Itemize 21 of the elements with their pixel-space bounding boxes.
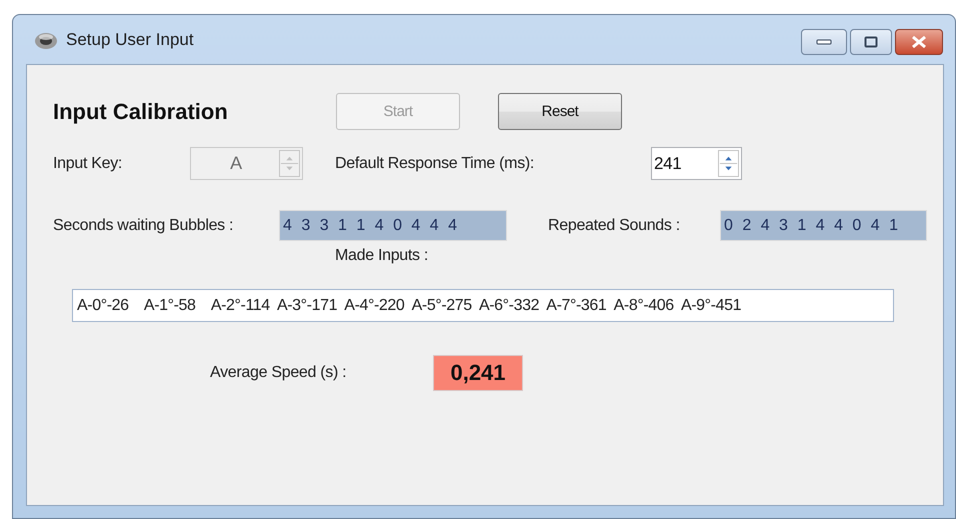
minimize-icon [816,39,832,45]
input-key-label: Input Key: [53,154,124,172]
made-inputs-field[interactable]: A-0°-26 A-1°-58 A-2°-114 A-3°-171 A-4°-220 A-5°-275 A-6°-332 A-7°-361 A-8°-406 A-9°-451 [72,289,894,322]
average-speed-label: Average Speed (s) : [210,364,348,382]
maximize-button[interactable] [850,29,892,55]
close-button[interactable] [895,29,943,55]
response-time-label: Default Response Time (ms): [335,154,536,172]
average-speed-value: 0,241 [433,355,523,391]
seconds-waiting-field[interactable]: 4 3 3 1 1 4 0 4 4 4 [279,210,507,241]
section-heading: Input Calibration [53,98,229,124]
close-icon [911,36,927,48]
made-inputs-label: Made Inputs : [335,247,428,265]
response-time-spinner[interactable]: 241 [651,147,742,180]
maximize-icon [864,36,878,48]
minimize-button[interactable] [801,29,847,55]
spin-arrows-icon[interactable] [718,150,739,177]
reset-button[interactable]: Reset [498,93,622,130]
seconds-waiting-label: Seconds waiting Bubbles : [53,216,234,234]
repeated-sounds-label: Repeated Sounds : [548,216,681,234]
window-title: Setup User Input [66,30,195,50]
repeated-sounds-field[interactable]: 0 2 4 3 1 4 4 0 4 1 [720,210,927,241]
